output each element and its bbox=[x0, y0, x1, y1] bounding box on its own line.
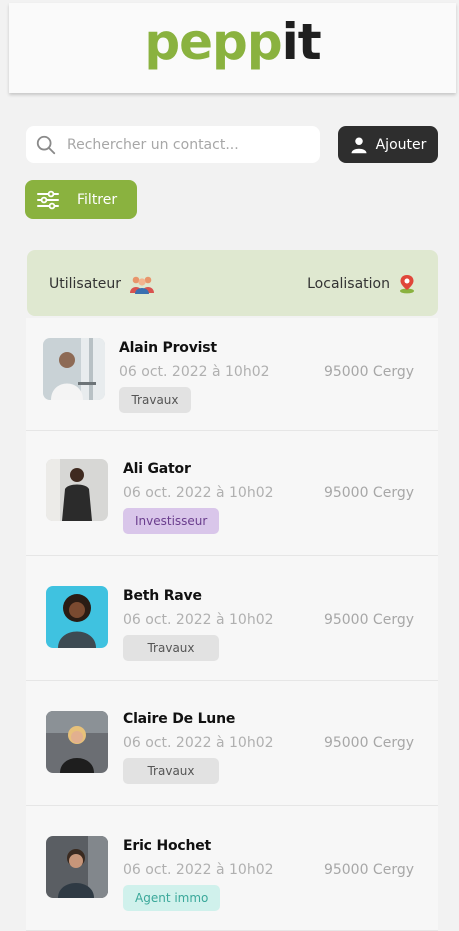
map-pin-icon bbox=[400, 275, 414, 294]
avatar bbox=[43, 338, 105, 400]
contact-name: Eric Hochet bbox=[123, 838, 212, 854]
search-bar[interactable] bbox=[26, 126, 320, 163]
contact-date: 06 oct. 2022 à 10h02 bbox=[119, 364, 270, 380]
contact-city: 95000 Cergy bbox=[323, 485, 414, 501]
avatar bbox=[46, 459, 108, 521]
contact-date: 06 oct. 2022 à 10h02 bbox=[123, 612, 274, 628]
sliders-icon bbox=[37, 190, 59, 209]
contact-tag: Travaux bbox=[123, 635, 219, 661]
user-icon bbox=[351, 137, 367, 153]
contact-name: Claire De Lune bbox=[123, 711, 236, 727]
logo-text-p: p bbox=[246, 13, 283, 71]
contact-row[interactable]: Alain Provist 06 oct. 2022 à 10h02 95000… bbox=[26, 318, 438, 431]
filter-button[interactable]: Filtrer bbox=[25, 180, 137, 219]
contact-name: Ali Gator bbox=[123, 461, 191, 477]
filter-button-label: Filtrer bbox=[77, 191, 118, 208]
contact-tag: Travaux bbox=[119, 387, 191, 413]
avatar bbox=[46, 586, 108, 648]
contact-name: Alain Provist bbox=[119, 340, 217, 356]
column-header-user[interactable]: Utilisateur bbox=[49, 274, 155, 294]
contact-row[interactable]: Ali Gator 06 oct. 2022 à 10h02 95000 Cer… bbox=[26, 431, 438, 556]
search-icon bbox=[36, 135, 56, 154]
contact-tag: Travaux bbox=[123, 758, 219, 784]
contact-row[interactable]: Beth Rave 06 oct. 2022 à 10h02 95000 Cer… bbox=[26, 556, 438, 681]
contact-city: 95000 Cergy bbox=[323, 735, 414, 751]
table-header: Utilisateur Localisation bbox=[27, 250, 438, 316]
column-location-label: Localisation bbox=[307, 276, 390, 292]
contact-name: Beth Rave bbox=[123, 588, 202, 604]
users-icon bbox=[130, 276, 155, 294]
contact-city: 95000 Cergy bbox=[323, 862, 414, 878]
logo-text-it: it bbox=[281, 13, 322, 71]
search-input[interactable] bbox=[65, 135, 299, 154]
contact-city: 95000 Cergy bbox=[323, 612, 414, 628]
column-header-location[interactable]: Localisation bbox=[307, 274, 416, 294]
contact-row[interactable]: Claire De Lune 06 oct. 2022 à 10h02 9500… bbox=[26, 681, 438, 806]
avatar bbox=[46, 836, 108, 898]
contact-list: Alain Provist 06 oct. 2022 à 10h02 95000… bbox=[26, 318, 438, 931]
contact-date: 06 oct. 2022 à 10h02 bbox=[123, 735, 274, 751]
contact-tag: Agent immo bbox=[123, 885, 221, 911]
contact-row[interactable]: Eric Hochet 06 oct. 2022 à 10h02 95000 C… bbox=[26, 806, 438, 931]
avatar bbox=[46, 711, 108, 773]
logo-text-pep: pep bbox=[144, 13, 247, 71]
contact-city: 95000 Cergy bbox=[323, 364, 414, 380]
contact-date: 06 oct. 2022 à 10h02 bbox=[123, 862, 274, 878]
add-contact-button[interactable]: Ajouter bbox=[338, 126, 438, 163]
contact-tag: Investisseur bbox=[123, 508, 220, 534]
column-user-label: Utilisateur bbox=[49, 276, 122, 292]
contact-date: 06 oct. 2022 à 10h02 bbox=[123, 485, 274, 501]
add-button-label: Ajouter bbox=[375, 136, 427, 153]
peppit-logo[interactable]: peppit bbox=[144, 17, 321, 67]
app-header: peppit bbox=[9, 3, 456, 93]
